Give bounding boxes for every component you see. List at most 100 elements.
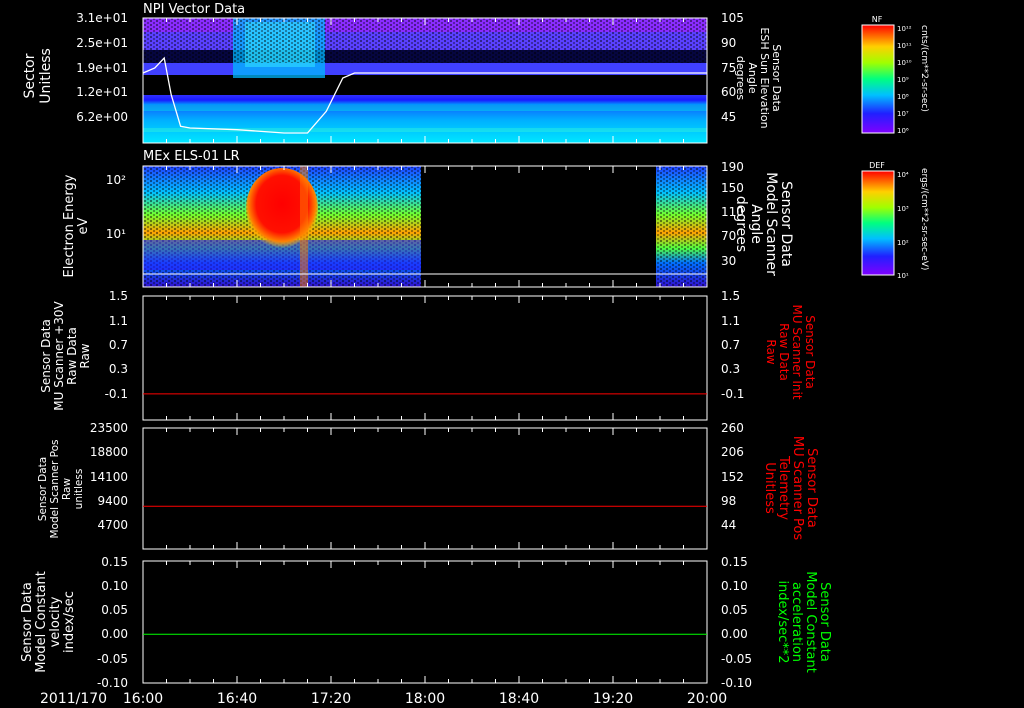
svg-text:Raw Data: Raw Data xyxy=(777,323,791,381)
svg-text:Raw Data: Raw Data xyxy=(65,327,79,385)
svg-text:Model Scanner Pos: Model Scanner Pos xyxy=(49,439,61,538)
p4-left-label: Sensor Data Model Scanner Pos Raw unitle… xyxy=(37,439,85,538)
svg-text:Model Scanner: Model Scanner xyxy=(763,172,779,276)
npi-left-label: Sector Unitless xyxy=(22,48,54,104)
p5-right-tick: -0.05 xyxy=(721,652,752,666)
colorbar-nf-tick: 10⁸ xyxy=(897,93,909,101)
svg-text:Sensor Data: Sensor Data xyxy=(37,457,49,521)
p5-right-tick: 0.00 xyxy=(721,627,748,641)
colorbar-def-tag: DEF xyxy=(869,161,885,170)
p3-right-tick: 0.3 xyxy=(721,362,740,376)
svg-text:MU Scanner Init: MU Scanner Init xyxy=(790,304,804,399)
p4-left-tick: 9400 xyxy=(97,494,128,508)
colorbar-def-tick: 10² xyxy=(897,239,909,247)
svg-text:Sensor Data: Sensor Data xyxy=(778,181,794,267)
p5-left-tick: 0.00 xyxy=(101,627,128,641)
colorbar-def-scale xyxy=(861,170,895,276)
colorbar-nf: NF 10¹² 10¹¹ 10¹⁰ 10⁹ 10⁸ 10⁷ 10⁶ cnts/(… xyxy=(861,15,929,135)
p4-right-tick: 152 xyxy=(721,470,744,484)
p5-right-tick: 0.15 xyxy=(721,555,748,569)
p3-right-label: Sensor Data MU Scanner Init Raw Data Raw xyxy=(764,304,817,399)
p3-left-tick: 0.7 xyxy=(109,338,128,352)
svg-text:Electron Energy: Electron Energy xyxy=(62,174,77,277)
colorbar-def-units: ergs/(cm**2-sr-sec-eV) xyxy=(919,168,929,270)
npi-right-tick: 45 xyxy=(721,110,736,124)
colorbar-def: DEF 10⁴ 10³ 10² 10¹ ergs/(cm**2-sr-sec-e… xyxy=(861,161,929,280)
p4-right-tick: 206 xyxy=(721,445,744,459)
svg-text:index/sec: index/sec xyxy=(62,591,77,653)
p5-right-tick: -0.10 xyxy=(721,676,752,690)
colorbar-nf-tick: 10⁶ xyxy=(897,127,909,135)
svg-text:MU Scanner +30V: MU Scanner +30V xyxy=(52,301,66,411)
svg-text:Angle: Angle xyxy=(748,204,764,244)
time-tick-label: 16:00 xyxy=(123,691,163,707)
els-right-tick: 150 xyxy=(721,181,744,195)
p3-left-tick: 1.1 xyxy=(109,314,128,328)
p5-left-tick: -0.10 xyxy=(97,676,128,690)
svg-text:Model Constant: Model Constant xyxy=(34,571,49,673)
svg-text:degrees: degrees xyxy=(733,196,749,252)
time-tick-label: 18:00 xyxy=(405,691,445,707)
npi-left-tick: 6.2e+00 xyxy=(76,110,128,124)
svg-text:Sensor Data: Sensor Data xyxy=(803,315,817,389)
npi-heatmap xyxy=(143,18,707,143)
p3-left-tick: -0.1 xyxy=(105,387,128,401)
p3-left-label: Sensor Data MU Scanner +30V Raw Data Raw xyxy=(39,301,92,411)
colorbar-nf-units: cnts/(cm**2-sr-sec) xyxy=(919,25,929,112)
svg-text:Sector: Sector xyxy=(22,53,38,98)
colorbar-nf-tick: 10¹² xyxy=(897,25,912,33)
p3-right-tick: 1.1 xyxy=(721,314,740,328)
colorbar-def-tick: 10³ xyxy=(897,205,909,213)
p3-right-tick: 1.5 xyxy=(721,289,740,303)
p3-left-tick: 1.5 xyxy=(109,289,128,303)
p3-right-tick: -0.1 xyxy=(721,387,744,401)
els-spectrogram xyxy=(143,166,707,287)
p4-right-tick: 98 xyxy=(721,494,736,508)
time-tick-label: 19:20 xyxy=(593,691,633,707)
colorbar-nf-scale xyxy=(861,24,895,134)
npi-left-tick: 2.5e+01 xyxy=(76,36,128,50)
npi-right-tick: 75 xyxy=(721,61,736,75)
panel-mu-30v: 1.5 1.1 0.7 0.3 -0.1 1.5 1.1 0.7 0.3 -0.… xyxy=(39,289,817,421)
p4-right-tick: 260 xyxy=(721,421,744,435)
p3-left-tick: 0.3 xyxy=(109,362,128,376)
svg-text:Sensor Data: Sensor Data xyxy=(20,582,35,662)
npi-right-tick: 105 xyxy=(721,11,744,25)
time-tick-label: 18:40 xyxy=(499,691,539,707)
panel-els: MEx ELS-01 LR 10² 10¹ 190 150 110 70 30 … xyxy=(62,149,794,288)
npi-right-tick: 60 xyxy=(721,85,736,99)
npi-right-tick: 90 xyxy=(721,36,736,50)
p5-left-tick: 0.05 xyxy=(101,603,128,617)
colorbar-def-tick: 10⁴ xyxy=(897,171,909,179)
panel-velocity: 0.15 0.10 0.05 0.00 -0.05 -0.10 0.15 0.1… xyxy=(20,555,832,690)
p4-left-tick: 14100 xyxy=(90,470,128,484)
svg-text:Telemetry: Telemetry xyxy=(776,455,791,520)
date-label: 2011/170 xyxy=(40,691,107,707)
figure: NPI Vector Data 3.1e+01 2.5e+01 1.9e+01 … xyxy=(20,2,929,707)
colorbar-nf-tick: 10¹¹ xyxy=(897,42,912,50)
npi-left-tick: 3.1e+01 xyxy=(76,11,128,25)
svg-text:acceleration: acceleration xyxy=(789,582,804,662)
svg-text:Raw: Raw xyxy=(61,478,73,500)
p5-left-tick: 0.15 xyxy=(101,555,128,569)
els-right-tick: 190 xyxy=(721,160,744,174)
colorbar-nf-tick: 10¹⁰ xyxy=(897,59,912,67)
colorbar-def-tick: 10¹ xyxy=(897,272,909,280)
svg-text:degrees: degrees xyxy=(734,56,747,101)
time-tick-label: 17:20 xyxy=(311,691,351,707)
p4-right-tick: 44 xyxy=(721,518,736,532)
svg-text:Sensor Data: Sensor Data xyxy=(817,582,832,662)
panel-scanner-pos: 23500 18800 14100 9400 4700 260 206 152 … xyxy=(37,421,819,550)
p5-left-label: Sensor Data Model Constant velocity inde… xyxy=(20,571,77,673)
panel-els-title: MEx ELS-01 LR xyxy=(143,149,240,164)
svg-text:Model Constant: Model Constant xyxy=(803,571,818,673)
svg-text:Raw: Raw xyxy=(764,339,778,364)
p4-left-tick: 18800 xyxy=(90,445,128,459)
els-right-tick: 30 xyxy=(721,254,736,268)
panel-npi: NPI Vector Data 3.1e+01 2.5e+01 1.9e+01 … xyxy=(22,2,783,144)
npi-left-tick: 1.2e+01 xyxy=(76,85,128,99)
els-left-label: Electron Energy eV xyxy=(62,174,91,277)
p4-left-tick: 23500 xyxy=(90,421,128,435)
p5-right-tick: 0.10 xyxy=(721,579,748,593)
svg-text:Sensor Data: Sensor Data xyxy=(804,448,819,528)
